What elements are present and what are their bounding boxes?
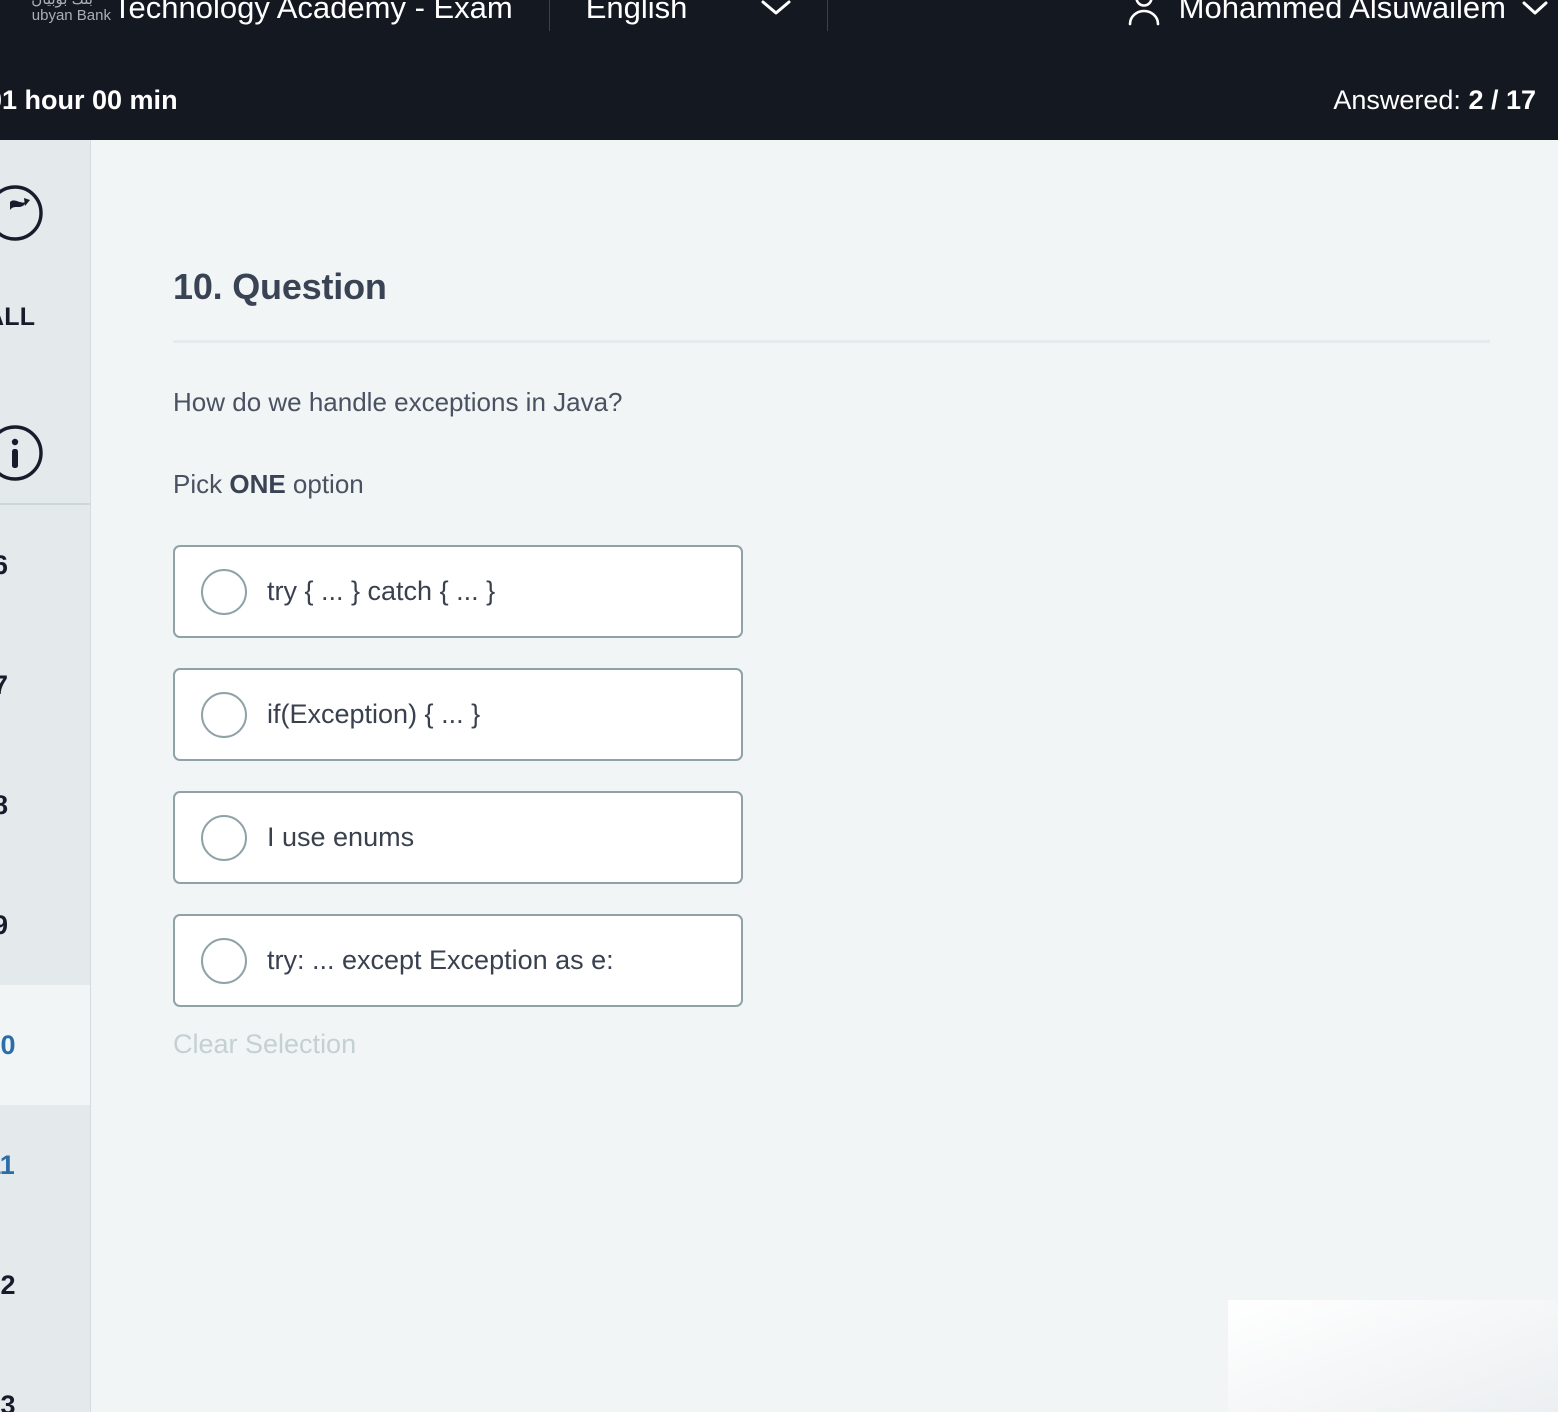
answered-label: Answered:	[1333, 84, 1461, 115]
sidebar-question-7[interactable]: 7	[0, 625, 90, 745]
answer-option-label: if(Exception) { ... }	[267, 699, 481, 729]
answered-value: 2 / 17	[1468, 84, 1536, 115]
answer-option[interactable]: if(Exception) { ... }	[173, 668, 743, 761]
question-navigator-sidebar: ALL 6 7 8 9 10 11 12 13	[0, 140, 91, 1412]
answer-option-label: try { ... } catch { ... }	[267, 576, 496, 606]
sidebar-question-number: 13	[0, 1389, 16, 1412]
sidebar-question-number: 10	[0, 1029, 16, 1060]
sidebar-question-10[interactable]: 10	[0, 985, 90, 1105]
sidebar-question-number: 8	[0, 790, 46, 821]
user-menu[interactable]: Mohammed Alsuwailem	[1125, 0, 1558, 31]
sidebar-top-section: ALL	[0, 140, 90, 503]
radio-button-icon[interactable]	[201, 814, 247, 861]
header-status-row: 01 hour 00 min Answered: 2 / 17	[0, 60, 1558, 140]
pick-instruction-prefix: Pick	[173, 469, 230, 499]
user-name: Mohammed Alsuwailem	[1178, 0, 1506, 25]
header-primary-row: بنك بوبيان ubyan Bank Technology Academy…	[0, 0, 1558, 38]
exam-timer: 01 hour 00 min	[0, 84, 178, 115]
sidebar-question-6[interactable]: 6	[0, 505, 90, 625]
page-title: 10. Question	[173, 266, 387, 307]
sidebar-question-number: 9	[0, 910, 46, 941]
radio-button-icon[interactable]	[201, 568, 247, 615]
chevron-down-icon	[761, 0, 791, 17]
sidebar-all-label[interactable]: ALL	[0, 303, 35, 332]
clear-selection-button[interactable]: Clear Selection	[173, 1029, 356, 1060]
chevron-down-icon	[1522, 0, 1548, 16]
sidebar-question-number: 12	[0, 1269, 16, 1300]
pick-instruction-strong: ONE	[229, 469, 286, 499]
header-divider-1	[548, 0, 550, 31]
pick-instruction-suffix: option	[285, 469, 364, 499]
sidebar-question-number: 6	[0, 550, 46, 581]
user-icon	[1125, 0, 1163, 31]
header-divider-2	[827, 0, 829, 31]
answer-option[interactable]: try { ... } catch { ... }	[173, 545, 743, 638]
sidebar-question-8[interactable]: 8	[0, 745, 90, 865]
app-header: بنك بوبيان ubyan Bank Technology Academy…	[0, 0, 1558, 140]
pip-backdrop	[1228, 1300, 1558, 1412]
answer-options-list: try { ... } catch { ... } if(Exception) {…	[173, 545, 743, 1037]
sidebar-question-number: 7	[0, 670, 46, 701]
brand-logo: بنك بوبيان ubyan Bank	[0, 0, 111, 38]
sidebar-question-9[interactable]: 9	[0, 865, 90, 985]
radio-button-icon[interactable]	[201, 691, 247, 738]
exam-title: Technology Academy - Exam	[113, 0, 513, 25]
sidebar-question-list: 6 7 8 9 10 11 12 13	[0, 505, 90, 1412]
title-divider	[173, 340, 1490, 343]
sidebar-question-13[interactable]: 13	[0, 1345, 90, 1412]
answered-counter: Answered: 2 / 17	[1333, 85, 1558, 116]
pick-instruction: Pick ONE option	[173, 469, 364, 500]
sidebar-question-number: 11	[0, 1149, 15, 1180]
radio-button-icon[interactable]	[201, 937, 247, 984]
question-panel: 10. Question How do we handle exceptions…	[92, 140, 1558, 1412]
info-circle-icon[interactable]	[0, 422, 46, 489]
sidebar-question-11[interactable]: 11	[0, 1105, 90, 1225]
language-selector[interactable]: English	[586, 0, 792, 26]
answer-option-label: I use enums	[267, 822, 415, 852]
flag-circle-icon[interactable]	[0, 182, 46, 249]
answer-option-label: try: ... except Exception as e:	[267, 945, 614, 975]
answer-option[interactable]: try: ... except Exception as e:	[173, 914, 743, 1007]
question-prompt: How do we handle exceptions in Java?	[173, 387, 623, 417]
answer-option[interactable]: I use enums	[173, 791, 743, 884]
language-selector-label: English	[585, 0, 688, 25]
brand-logo-english: ubyan Bank	[31, 7, 111, 24]
sidebar-question-12[interactable]: 12	[0, 1225, 90, 1345]
